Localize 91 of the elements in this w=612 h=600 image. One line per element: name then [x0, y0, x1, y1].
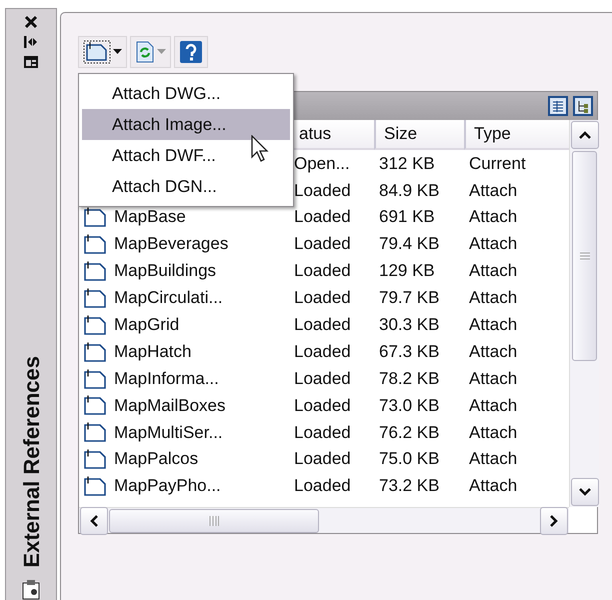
size-cell-text: 67.3 KB	[379, 340, 440, 363]
type-cell-text: Attach	[469, 314, 518, 336]
scroll-left-button[interactable]	[80, 506, 108, 534]
status-cell-text: Loaded	[294, 475, 351, 498]
status-cell-text: Loaded	[294, 180, 351, 202]
menu-item[interactable]: Attach Image...	[82, 109, 290, 140]
status-cell-text: Loaded	[294, 340, 351, 363]
reference-name[interactable]: MapBase	[114, 204, 186, 230]
type-cell-text: Attach	[469, 260, 518, 282]
refresh-dropdown-button[interactable]	[130, 36, 171, 68]
status-cell-text: Loaded	[294, 260, 351, 282]
help-button[interactable]	[174, 36, 208, 68]
status-cell-text: Loaded	[294, 314, 351, 336]
reference-name[interactable]: MapPalcos	[114, 446, 198, 472]
properties-icon[interactable]	[23, 55, 39, 69]
scroll-thumb[interactable]	[109, 508, 319, 532]
scroll-right-button[interactable]	[540, 506, 568, 534]
status-cell-text: Loaded	[294, 287, 351, 310]
size-cell-text: 73.2 KB	[379, 475, 440, 498]
list-view-icon[interactable]	[548, 96, 568, 116]
reference-name[interactable]: MapBuildings	[114, 258, 216, 284]
drawing-file-icon	[83, 40, 111, 64]
status-cell-text: Open...	[294, 152, 350, 175]
type-cell-text: Attach	[469, 340, 518, 363]
reference-name[interactable]: MapBeverages	[114, 231, 228, 257]
reference-name[interactable]: MapMultiSer...	[114, 420, 223, 446]
type-cell-text: Current	[469, 152, 526, 175]
close-icon[interactable]	[24, 15, 38, 29]
column-header[interactable]: Size	[374, 120, 464, 150]
size-cell-text: 73.0 KB	[379, 394, 440, 417]
size-cell-text: 79.7 KB	[379, 287, 440, 310]
reference-name[interactable]: MapCirculati...	[114, 285, 223, 311]
size-cell-text: 78.2 KB	[379, 368, 440, 390]
help-icon	[179, 40, 203, 64]
type-cell-text: Attach	[469, 475, 518, 498]
status-cell-text: Loaded	[294, 448, 351, 470]
drawing-file-icon	[84, 342, 106, 362]
reference-name[interactable]: MapPayPho...	[114, 473, 221, 499]
status-cell-text: Loaded	[294, 368, 351, 390]
status-cell-text: Loaded	[294, 206, 351, 228]
drawing-file-icon	[84, 395, 106, 416]
drawing-file-icon	[84, 234, 106, 254]
caret-icon	[113, 49, 122, 55]
drawing-file-icon	[84, 422, 106, 442]
tree-view-icon[interactable]	[573, 96, 593, 116]
menu-item[interactable]: Attach DGN...	[82, 171, 290, 202]
scroll-up-button[interactable]	[571, 121, 599, 149]
drawing-file-icon	[84, 476, 106, 496]
grip-icon	[580, 252, 590, 260]
size-cell-text: 76.2 KB	[379, 422, 440, 444]
column-header[interactable]: Type	[464, 120, 569, 150]
menu-item[interactable]: Attach DWG...	[82, 78, 290, 109]
caret-icon	[157, 49, 166, 55]
reference-name[interactable]: MapInforma...	[114, 366, 219, 392]
size-cell-text: 129 KB	[379, 260, 435, 282]
refresh-icon	[135, 40, 155, 64]
drawing-file-icon	[84, 314, 106, 335]
type-cell-text: Attach	[469, 422, 518, 444]
status-cell-text: Loaded	[294, 422, 351, 444]
grip-icon	[209, 516, 219, 526]
menu-item[interactable]: Attach DWF...	[82, 140, 290, 171]
status-cell-text: Loaded	[294, 233, 351, 256]
drawing-file-icon	[84, 449, 106, 470]
size-cell-text: 75.0 KB	[379, 448, 440, 470]
reference-name[interactable]: MapHatch	[114, 338, 192, 364]
status-cell-text: Loaded	[294, 394, 351, 417]
type-cell-text: Attach	[469, 206, 518, 228]
type-cell-text: Attach	[469, 287, 518, 310]
scroll-thumb[interactable]	[572, 151, 597, 361]
size-cell-text: 691 KB	[379, 206, 435, 228]
drawing-file-icon	[84, 368, 106, 389]
reference-name[interactable]: MapGrid	[114, 312, 180, 338]
horizontal-scrollbar[interactable]	[79, 507, 569, 533]
auto-hide-icon[interactable]	[23, 35, 39, 49]
type-cell-text: Attach	[469, 394, 518, 417]
size-cell-text: 79.4 KB	[379, 233, 440, 256]
type-cell-text: Attach	[469, 368, 518, 390]
type-cell-text: Attach	[469, 448, 518, 470]
attach-dropdown-button[interactable]	[78, 36, 127, 68]
palette-title: External References	[18, 356, 44, 568]
drawing-file-icon	[84, 288, 106, 308]
reference-name[interactable]: MapMailBoxes	[114, 392, 226, 418]
type-cell-text: Attach	[469, 233, 518, 256]
type-cell-text: Attach	[469, 180, 518, 202]
drawing-file-icon	[84, 261, 106, 281]
size-cell-text: 84.9 KB	[379, 180, 440, 202]
size-cell-text: 312 KB	[379, 152, 435, 175]
vertical-scrollbar[interactable]	[569, 120, 599, 507]
scroll-down-button[interactable]	[571, 478, 599, 506]
size-cell-text: 30.3 KB	[379, 314, 440, 336]
clipboard-icon	[20, 578, 42, 600]
